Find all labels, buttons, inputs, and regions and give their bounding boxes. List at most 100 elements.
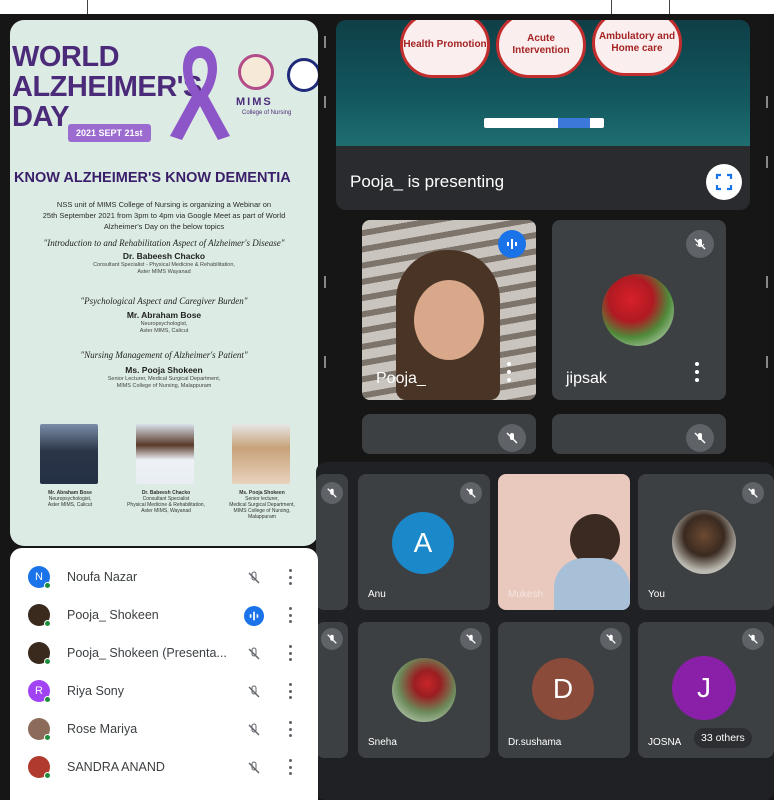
online-dot — [44, 620, 51, 627]
participant-tile-partial[interactable] — [316, 622, 348, 758]
participant-tile-sneha[interactable]: Sneha — [358, 622, 490, 758]
online-dot — [44, 772, 51, 779]
participant-list[interactable]: N Noufa Nazar Pooja_ Shokeen Pooja_ Shok… — [10, 548, 318, 800]
divider — [766, 276, 768, 288]
speaker-caption-line: Aster MIMS, Wayanad — [141, 508, 191, 514]
online-dot — [44, 582, 51, 589]
mic-off-icon — [321, 628, 343, 650]
mic-off-icon — [686, 230, 714, 258]
participant-tile[interactable] — [552, 414, 726, 454]
mic-off-icon — [498, 424, 526, 452]
participant-tile[interactable] — [362, 414, 536, 454]
presenting-label: Pooja_ is presenting — [350, 172, 505, 191]
slide-box: Ambulatory and Home care — [592, 20, 682, 76]
mic-off-icon — [742, 482, 764, 504]
online-dot — [44, 734, 51, 741]
topic-speaker: Mr. Abraham Bose — [126, 310, 202, 320]
tile-name: JOSNA — [648, 737, 682, 748]
tile-name: Sneha — [368, 737, 397, 748]
audio-wave-icon — [507, 239, 517, 249]
more-options-icon[interactable] — [289, 759, 293, 775]
mic-off-icon — [244, 568, 264, 588]
topic-title: "Introduction to and Rehabilitation Aspe… — [43, 238, 285, 248]
speaker-photo — [136, 424, 194, 484]
topic-title: "Psychological Aspect and Caregiver Burd… — [80, 296, 248, 306]
speaker-caption-line: Aster MIMS, Calicut — [47, 502, 93, 508]
tile-name: Anu — [368, 589, 386, 600]
shared-poster: WORLD ALZHEIMER'S DAY 2021 SEPT 21st MIM… — [10, 20, 318, 546]
presentation-tile[interactable]: Health Promotion Acute Intervention Ambu… — [336, 20, 750, 210]
shared-slide: Health Promotion Acute Intervention Ambu… — [336, 20, 750, 146]
more-options-icon[interactable] — [289, 607, 293, 623]
participant-tile-jipsak[interactable]: jipsak — [552, 220, 726, 400]
divider — [324, 356, 326, 368]
top-strip — [0, 0, 774, 14]
avatar: A — [392, 512, 454, 574]
college-logo-icon — [238, 54, 274, 90]
topic-detail: Senior Lecturer, Medical Surgical Depart… — [107, 376, 221, 382]
mic-off-icon — [460, 482, 482, 504]
list-item[interactable]: SANDRA ANAND — [10, 750, 318, 788]
list-item[interactable]: Pooja_ Shokeen (Presenta... — [10, 636, 318, 674]
avatar — [392, 658, 456, 722]
mic-off-icon — [321, 482, 343, 504]
poster-date-badge: 2021 SEPT 21st — [68, 124, 151, 142]
avatar — [602, 274, 674, 346]
participant-tile-you[interactable]: You — [638, 474, 774, 610]
tile-name: Dr.sushama — [508, 737, 562, 748]
slide-search-button — [558, 118, 590, 128]
participant-tile-anu[interactable]: A Anu — [358, 474, 490, 610]
more-options-icon[interactable] — [289, 569, 293, 585]
mic-off-icon — [742, 628, 764, 650]
participant-tile-drsushama[interactable]: D Dr.sushama — [498, 622, 630, 758]
topic-detail: MIMS College of Nursing, Malappuram — [116, 383, 212, 389]
fullscreen-button[interactable] — [706, 164, 742, 200]
divider — [324, 36, 326, 48]
list-item[interactable]: N Noufa Nazar — [10, 560, 318, 598]
divider — [87, 0, 88, 14]
college-name: MIMS — [236, 96, 273, 108]
fullscreen-icon — [715, 173, 733, 191]
more-options-icon[interactable] — [506, 362, 512, 382]
mic-off-icon — [244, 758, 264, 778]
others-count-badge[interactable]: 33 others — [694, 728, 752, 748]
divider — [611, 0, 612, 14]
list-item[interactable]: R Riya Sony — [10, 674, 318, 712]
list-item[interactable]: Pooja_ Shokeen — [10, 598, 318, 636]
poster-intro-line: 25th September 2021 from 3pm to 4pm via … — [42, 211, 286, 220]
divider — [669, 0, 670, 14]
online-dot — [44, 696, 51, 703]
mic-off-icon — [244, 682, 264, 702]
speaker-photo — [232, 424, 290, 484]
college-subtitle: College of Nursing — [242, 110, 292, 116]
participant-tile-pooja[interactable]: Pooja_ — [362, 220, 536, 400]
mic-off-icon — [460, 628, 482, 650]
list-item[interactable]: Rose Mariya — [10, 712, 318, 750]
mic-off-icon — [244, 644, 264, 664]
tile-name: Mukesh — [508, 589, 544, 600]
speaker-photo — [40, 424, 98, 484]
more-options-icon[interactable] — [289, 721, 293, 737]
more-options-icon[interactable] — [289, 645, 293, 661]
speaker-caption-line: Malappuram — [248, 514, 276, 520]
audio-wave-icon — [244, 606, 264, 626]
participant-tile-mukesh[interactable]: Mukesh — [498, 474, 630, 610]
more-options-icon[interactable] — [694, 362, 700, 382]
poster-headline: KNOW ALZHEIMER'S KNOW DEMENTIA — [14, 170, 291, 186]
participant-tile-josna[interactable]: J JOSNA 33 others — [638, 622, 774, 758]
participant-name: SANDRA ANAND — [67, 760, 165, 774]
nss-logo-icon — [287, 58, 318, 92]
slide-box: Acute Intervention — [496, 20, 586, 78]
online-dot — [44, 658, 51, 665]
topic-detail: Neuropsychologist, — [140, 321, 188, 327]
participant-tile-partial[interactable] — [316, 474, 348, 610]
more-options-icon[interactable] — [289, 683, 293, 699]
speaker-caption: Ms. Pooja Shokeen Senior lecturer, Medic… — [222, 490, 302, 520]
divider — [766, 96, 768, 108]
divider — [324, 96, 326, 108]
video-face — [414, 280, 484, 360]
topic-speaker: Dr. Babeesh Chacko — [122, 251, 206, 261]
avatar: J — [672, 656, 736, 720]
participant-name: Rose Mariya — [67, 722, 138, 736]
slide-box: Health Promotion — [400, 20, 490, 78]
